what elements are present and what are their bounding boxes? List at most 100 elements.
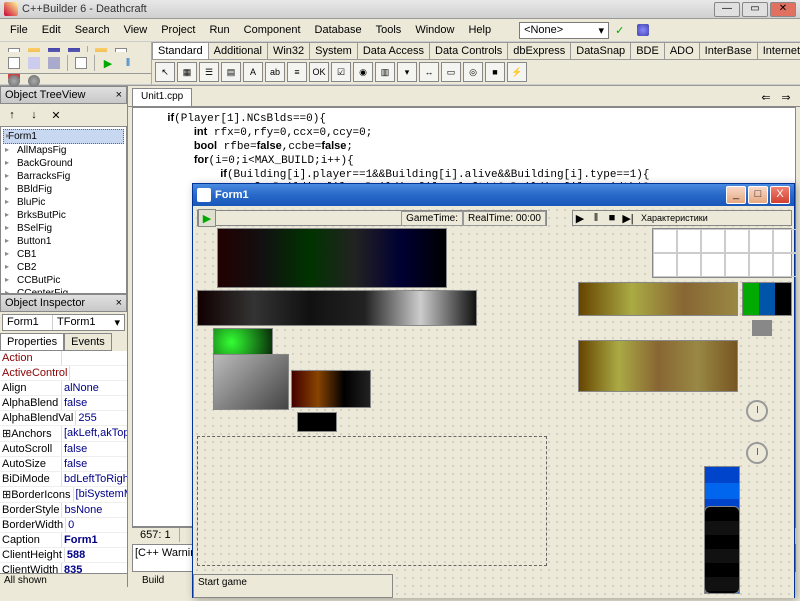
- property-row[interactable]: ⊞Anchors[akLeft,akTop]: [0, 426, 127, 442]
- tree-item[interactable]: BarracksFig: [3, 170, 124, 183]
- tab-dataaccess[interactable]: Data Access: [357, 42, 430, 59]
- form-maximize-button[interactable]: □: [748, 186, 768, 204]
- tree-item[interactable]: BluPic: [3, 196, 124, 209]
- property-row[interactable]: ClientHeight588: [0, 548, 127, 563]
- tree-item[interactable]: CB1: [3, 248, 124, 261]
- palette-groupbox-icon[interactable]: ▭: [441, 62, 461, 82]
- sprite-strip-gold1[interactable]: [578, 282, 738, 316]
- menu-file[interactable]: File: [4, 22, 34, 38]
- tree-item[interactable]: BackGround: [3, 157, 124, 170]
- sprite-strip-2[interactable]: [197, 290, 477, 326]
- media-stop-icon[interactable]: ■: [605, 212, 619, 224]
- menu-run[interactable]: Run: [203, 22, 235, 38]
- menu-help[interactable]: Help: [462, 22, 497, 38]
- tree-item[interactable]: Button1: [3, 235, 124, 248]
- config-combo[interactable]: <None>▾: [519, 22, 609, 39]
- palette-memo-icon[interactable]: ≡: [287, 62, 307, 82]
- editor-tab[interactable]: Unit1.cpp: [132, 88, 192, 106]
- start-game-button[interactable]: Start game: [193, 574, 393, 598]
- form-play-button[interactable]: ▶: [198, 209, 216, 227]
- media-pause-icon[interactable]: ‖: [589, 212, 603, 224]
- property-row[interactable]: ⊞BorderIcons[biSystemMen: [0, 487, 127, 503]
- menu-edit[interactable]: Edit: [36, 22, 67, 38]
- palette-radiogroup-icon[interactable]: ◎: [463, 62, 483, 82]
- tree-down-icon[interactable]: ↓: [25, 106, 43, 124]
- tree-item[interactable]: CB2: [3, 261, 124, 274]
- tree-item[interactable]: AllMapsFig: [3, 144, 124, 157]
- property-grid[interactable]: ActionActiveControlAlignalNoneAlphaBlend…: [0, 351, 127, 573]
- palette-frames-icon[interactable]: ▦: [177, 62, 197, 82]
- property-row[interactable]: AutoSizefalse: [0, 457, 127, 472]
- inspector-tab-properties[interactable]: Properties: [0, 333, 64, 351]
- timer-icon-1[interactable]: [746, 400, 768, 422]
- stepinto-icon[interactable]: [25, 72, 43, 90]
- property-row[interactable]: AlignalNone: [0, 381, 127, 396]
- tree-root[interactable]: Form1: [3, 129, 124, 144]
- tree-item[interactable]: BBldFig: [3, 183, 124, 196]
- palette-button-icon[interactable]: OK: [309, 62, 329, 82]
- form-minimize-button[interactable]: _: [726, 186, 746, 204]
- property-row[interactable]: AutoScrollfalse: [0, 442, 127, 457]
- property-row[interactable]: AlphaBlendfalse: [0, 396, 127, 411]
- tab-interbase[interactable]: InterBase: [699, 42, 758, 59]
- tree-item[interactable]: BrksButPic: [3, 209, 124, 222]
- toggleform-icon[interactable]: [45, 54, 63, 72]
- property-row[interactable]: ActiveControl: [0, 366, 127, 381]
- editor-nav-fwd-icon[interactable]: ⇒: [777, 88, 795, 106]
- menu-component[interactable]: Component: [238, 22, 307, 38]
- sprite-pyramid[interactable]: [213, 354, 289, 410]
- run-icon[interactable]: ▶: [99, 54, 117, 72]
- palette-checkbox-icon[interactable]: ☑: [331, 62, 351, 82]
- palette-scrollbar-icon[interactable]: ↔: [419, 62, 439, 82]
- inspector-close-icon[interactable]: ×: [116, 297, 122, 309]
- inspector-tab-events[interactable]: Events: [64, 333, 112, 351]
- config-check-icon[interactable]: ✓: [612, 21, 630, 39]
- grid-panel-top[interactable]: [652, 228, 792, 278]
- newform-icon[interactable]: [72, 54, 90, 72]
- tree-item[interactable]: CCenterFig: [3, 287, 124, 294]
- menu-search[interactable]: Search: [69, 22, 116, 38]
- pause-icon[interactable]: ‖: [119, 54, 137, 72]
- palette-combobox-icon[interactable]: ▾: [397, 62, 417, 82]
- menu-project[interactable]: Project: [155, 22, 201, 38]
- tree-item[interactable]: BSelFig: [3, 222, 124, 235]
- property-row[interactable]: AlphaBlendVal255: [0, 411, 127, 426]
- editor-nav-back-icon[interactable]: ⇐: [757, 88, 775, 106]
- form-close-button[interactable]: X: [770, 186, 790, 204]
- sprite-strip-gold2[interactable]: [578, 340, 738, 392]
- form-titlebar[interactable]: Form1 _ □ X: [193, 184, 794, 206]
- tab-ado[interactable]: ADO: [664, 42, 700, 59]
- close-button[interactable]: ✕: [770, 2, 796, 17]
- form-designer-window[interactable]: Form1 _ □ X ▶ GameTime: RealTime: 00:00 …: [192, 183, 795, 598]
- tree-up-icon[interactable]: ↑: [3, 106, 21, 124]
- menu-database[interactable]: Database: [309, 22, 368, 38]
- tab-additional[interactable]: Additional: [208, 42, 268, 59]
- property-row[interactable]: ClientWidth835: [0, 563, 127, 573]
- config-help-icon[interactable]: [634, 21, 652, 39]
- tab-system[interactable]: System: [309, 42, 358, 59]
- menu-window[interactable]: Window: [409, 22, 460, 38]
- viewunit-icon[interactable]: [5, 54, 23, 72]
- tab-bde[interactable]: BDE: [630, 42, 665, 59]
- property-row[interactable]: BorderWidth0: [0, 518, 127, 533]
- property-row[interactable]: BorderStylebsNone: [0, 503, 127, 518]
- menu-view[interactable]: View: [118, 22, 154, 38]
- stepover-icon[interactable]: [5, 72, 23, 90]
- maximize-button[interactable]: ▭: [742, 2, 768, 17]
- viewform-icon[interactable]: [25, 54, 43, 72]
- media-play-icon[interactable]: ▶: [573, 212, 587, 225]
- palette-listbox-icon[interactable]: ▥: [375, 62, 395, 82]
- tab-internet[interactable]: Internet: [757, 42, 800, 59]
- palette-label-icon[interactable]: A: [243, 62, 263, 82]
- tree-item[interactable]: CCButPic: [3, 274, 124, 287]
- palette-radiobutton-icon[interactable]: ◉: [353, 62, 373, 82]
- tree-del-icon[interactable]: ✕: [47, 106, 65, 124]
- treeview-close-icon[interactable]: ×: [116, 89, 122, 101]
- tab-dbexpress[interactable]: dbExpress: [507, 42, 571, 59]
- palette-mainmenu-icon[interactable]: ☰: [199, 62, 219, 82]
- property-row[interactable]: CaptionForm1: [0, 533, 127, 548]
- palette-panel-icon[interactable]: ■: [485, 62, 505, 82]
- tab-win32[interactable]: Win32: [267, 42, 310, 59]
- gray-block[interactable]: [752, 320, 772, 336]
- minimize-button[interactable]: —: [714, 2, 740, 17]
